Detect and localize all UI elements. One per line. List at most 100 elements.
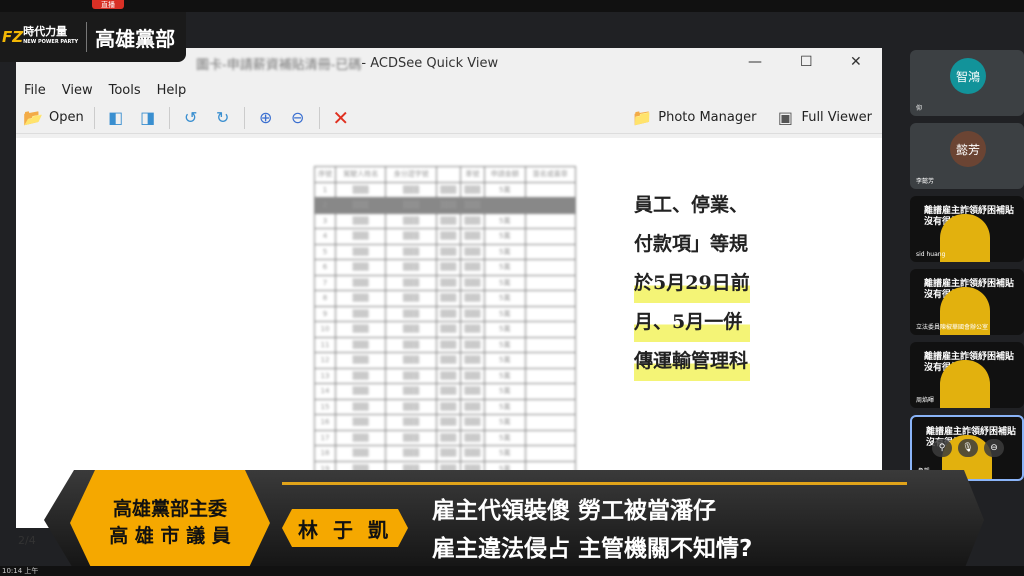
text-line: 付款項」等規 <box>634 233 749 255</box>
table-row: 6 ▒▒▒ ▒▒▒ ▒▒▒ ▒▒▒ 5萬 <box>314 259 577 276</box>
menu-tools[interactable]: Tools <box>109 83 141 98</box>
table-cell <box>524 212 577 229</box>
table-cell <box>524 321 577 338</box>
table-cell: ▒▒▒ <box>385 228 437 245</box>
table-cell: ▒▒▒ <box>334 429 387 446</box>
table-cell: ▒▒▒ <box>334 398 387 415</box>
table-cell: 5萬 <box>483 383 526 400</box>
participant-name: 立法委員陳椒華國會辦公室 <box>916 324 989 331</box>
full-viewer-button[interactable]: ▣ Full Viewer <box>774 107 872 129</box>
table-cell: 1 <box>314 181 336 198</box>
column-header: 車號 <box>459 166 485 183</box>
table-cell: 13 <box>314 367 336 384</box>
close-button[interactable]: ✕ <box>850 54 862 70</box>
table-cell <box>524 305 577 322</box>
table-cell: 16 <box>314 414 336 431</box>
maximize-button[interactable]: ☐ <box>800 54 813 70</box>
table-cell: 15 <box>314 398 336 415</box>
table-cell: ▒▒▒ <box>435 290 461 307</box>
speaker-role: 高雄黨部主委高 雄 市 議 員 <box>70 470 270 576</box>
participant-video[interactable]: 離譜雇主詐領紓困補貼 沒有很扯 立法委員陳椒華國會辦公室 <box>910 269 1024 335</box>
table-cell: 5萬 <box>483 274 526 291</box>
table-row: 5 ▒▒▒ ▒▒▒ ▒▒▒ ▒▒▒ 5萬 <box>314 243 577 260</box>
taskbar: 10:14 上午 <box>0 566 1024 576</box>
table-cell: ▒▒▒ <box>459 181 485 198</box>
table-cell <box>524 445 577 462</box>
participant-video[interactable]: 離譜雇主詐領紓困補貼 沒有很扯 周焰暉 <box>910 342 1024 408</box>
zoom-in-icon[interactable]: ⊕ <box>255 107 277 129</box>
table-row: 2 ▒▒▒ ▒▒▒ ▒▒▒ ▒▒▒ <box>314 197 577 214</box>
microphone-icon[interactable]: 🎙 <box>958 439 978 457</box>
open-button[interactable]: 📂 Open <box>22 107 84 129</box>
table-cell: 5萬 <box>483 259 526 276</box>
clock: 10:14 上午 <box>2 567 39 575</box>
column-header <box>435 166 461 183</box>
zoom-out-icon[interactable]: ⊖ <box>287 107 309 129</box>
table-cell: ▒▒▒ <box>334 259 387 276</box>
table-cell: ▒▒▒ <box>435 197 461 214</box>
remove-icon[interactable]: ⊖ <box>984 439 1004 457</box>
image-view: 序號 駕駛人姓名 身分證字號 車號 申請金額 簽名或蓋章 1 ▒▒▒ ▒▒▒ ▒▒▒ ▒▒▒ 5萬 2… <box>16 138 882 528</box>
table-cell: ▒▒▒ <box>334 228 387 245</box>
full-viewer-label: Full Viewer <box>801 110 872 125</box>
menu-view[interactable]: View <box>62 83 93 98</box>
table-cell: ▒▒▒ <box>459 274 485 291</box>
table-row: 10 ▒▒▒ ▒▒▒ ▒▒▒ ▒▒▒ 5萬 <box>314 321 577 338</box>
menu-file[interactable]: File <box>24 83 46 98</box>
headline-line: 雇主違法侵占 主管機關不知情? <box>432 536 753 562</box>
table-cell: ▒▒▒ <box>334 383 387 400</box>
participant-name: 周焰暉 <box>916 397 935 404</box>
table-cell: 11 <box>314 336 336 353</box>
participant-tile[interactable]: 懿芳 李懿芳 <box>910 123 1024 189</box>
table-cell: 5萬 <box>483 290 526 307</box>
table-cell <box>524 429 577 446</box>
menu-help[interactable]: Help <box>157 83 187 98</box>
table-cell: ▒▒▒ <box>459 212 485 229</box>
acdsee-window: 圖卡-申請薪資補貼清冊-已碼 - ACDSee Quick View — ☐ ✕… <box>16 48 882 528</box>
party-logo: FZ 時代力量 NEW POWER PARTY 高雄黨部 <box>0 12 186 62</box>
participant-video[interactable]: 離譜雇主詐領紓困補貼 沒有很扯 sid huang <box>910 196 1024 262</box>
delete-icon[interactable]: ✕ <box>330 106 352 130</box>
table-cell: ▒▒▒ <box>334 336 387 353</box>
pin-icon[interactable]: ⚲ <box>932 439 952 457</box>
table-cell: ▒▒▒ <box>435 274 461 291</box>
table-cell: ▒▒▒ <box>459 321 485 338</box>
window-title: - ACDSee Quick View <box>361 55 499 71</box>
logo-en: NEW POWER PARTY <box>23 39 79 45</box>
table-cell <box>524 228 577 245</box>
table-cell: ▒▒▒ <box>459 414 485 431</box>
photo-manager-icon: 📁 <box>632 108 653 127</box>
table-cell: ▒▒▒ <box>435 228 461 245</box>
table-cell: ▒▒▒ <box>385 290 437 307</box>
table-cell: ▒▒▒ <box>435 383 461 400</box>
folder-icon: 📂 <box>23 108 43 127</box>
table-row: 14 ▒▒▒ ▒▒▒ ▒▒▒ ▒▒▒ 5萬 <box>314 383 577 400</box>
table-cell: ▒▒▒ <box>435 445 461 462</box>
table-cell <box>524 414 577 431</box>
table-cell: ▒▒▒ <box>435 212 461 229</box>
previous-image-icon[interactable]: ◧ <box>105 107 127 129</box>
rotate-left-icon[interactable]: ↺ <box>180 107 202 129</box>
table-cell: 9 <box>314 305 336 322</box>
highlighted-line: 傳運輸管理科 <box>634 342 750 381</box>
photo-manager-button[interactable]: 📁 Photo Manager <box>631 107 756 129</box>
table-row: 11 ▒▒▒ ▒▒▒ ▒▒▒ ▒▒▒ 5萬 <box>314 336 577 353</box>
table-cell: ▒▒▒ <box>385 243 437 260</box>
table-cell: ▒▒▒ <box>334 290 387 307</box>
participant-tile[interactable]: 智鴻仰 <box>910 50 1024 116</box>
table-cell: 5萬 <box>483 336 526 353</box>
divider <box>93 106 95 129</box>
table-cell: 5萬 <box>483 398 526 415</box>
rotate-right-icon[interactable]: ↻ <box>212 107 234 129</box>
minimize-button[interactable]: — <box>748 54 762 70</box>
table-cell: 5萬 <box>483 352 526 369</box>
next-image-icon[interactable]: ◨ <box>137 107 159 129</box>
table-cell: ▒▒▒ <box>385 259 437 276</box>
table-cell: ▒▒▒ <box>334 181 387 198</box>
table-cell: ▒▒▒ <box>385 336 437 353</box>
table-cell: ▒▒▒ <box>435 398 461 415</box>
table-cell: ▒▒▒ <box>385 414 437 431</box>
table-cell: ▒▒▒ <box>435 429 461 446</box>
table-cell: ▒▒▒ <box>334 243 387 260</box>
table-cell: ▒▒▒ <box>334 197 387 214</box>
